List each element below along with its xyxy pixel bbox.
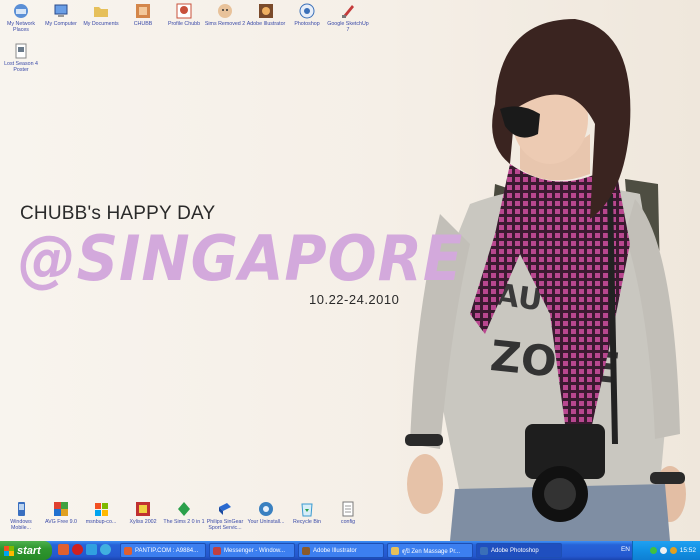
photoshop-icon xyxy=(298,2,316,20)
text-file-icon xyxy=(339,500,357,518)
browser-icon xyxy=(124,546,132,555)
sims-icon xyxy=(175,500,193,518)
messenger-icon xyxy=(213,546,221,555)
wallpaper-date-range: 10.22-24.2010 xyxy=(309,292,400,307)
quick-launch xyxy=(58,544,111,555)
network-tray-icon[interactable] xyxy=(649,547,657,554)
antivirus-tray-icon[interactable] xyxy=(669,547,677,554)
sketchup-icon xyxy=(339,2,357,20)
phone-icon xyxy=(12,500,30,518)
opera-icon[interactable] xyxy=(72,544,83,555)
device-icon xyxy=(216,500,234,518)
start-button[interactable]: start xyxy=(0,541,52,560)
illustrator-icon xyxy=(302,546,310,555)
clock[interactable]: 15:52 xyxy=(680,547,696,554)
desktop-icon-msnbup[interactable]: msnbup-co... xyxy=(80,500,122,525)
volume-icon[interactable] xyxy=(659,547,667,554)
uninstall-icon xyxy=(257,500,275,518)
desktop-icon-xyliss[interactable]: Xyliss 2002 xyxy=(122,500,164,525)
game-icon xyxy=(134,500,152,518)
image-file-icon xyxy=(12,42,30,60)
desktop-icon-config[interactable]: config xyxy=(327,500,369,525)
folder-icon xyxy=(391,546,399,555)
desktop-icon-adobe-illustrator[interactable]: Adobe Illustrator xyxy=(245,2,287,27)
desktop-icon-recycle-bin[interactable]: Recycle Bin xyxy=(286,500,328,525)
desktop[interactable]: AUTO ZONE CHUBB's HAPPY DAY @SINGAPORE 1… xyxy=(0,0,700,541)
language-indicator[interactable]: EN xyxy=(621,546,630,553)
photoshop-icon xyxy=(480,546,488,555)
antivirus-icon xyxy=(52,500,70,518)
taskbar-item-folder[interactable]: ดูปิ Zen Massage Pr... xyxy=(387,543,473,558)
desktop-icon-chubb[interactable]: CHUBB xyxy=(122,2,164,27)
wallpaper-location-text: @SINGAPORE xyxy=(18,222,464,295)
taskbar-item-pantip[interactable]: PANTIP.COM : A9884... xyxy=(120,543,206,558)
system-tray: 15:52 xyxy=(632,541,700,560)
recycle-bin-icon xyxy=(298,500,316,518)
desktop-icon-windows-mobile[interactable]: Windows Mobile... xyxy=(0,500,42,531)
desktop-icon-lost-season-poster[interactable]: Lost Season 4 Poster xyxy=(0,42,42,73)
desktop-icon-philips-singear[interactable]: Philips SinGear Sport Servic... xyxy=(204,500,246,531)
game-icon xyxy=(216,2,234,20)
media-icon[interactable] xyxy=(100,544,111,555)
browser-icon[interactable] xyxy=(58,544,69,555)
folder-icon xyxy=(92,2,110,20)
network-icon xyxy=(12,2,30,20)
desktop-icon-my-computer[interactable]: My Computer xyxy=(40,2,82,27)
desktop-icon-google-sketchup[interactable]: Google SketchUp 7 xyxy=(327,2,369,33)
desktop-icon-sims-removed[interactable]: Sims Removed 2 xyxy=(204,2,246,27)
desktop-icon-photoshop[interactable]: Photoshop xyxy=(286,2,328,27)
desktop-icon-your-uninstaller[interactable]: Your Uninstall... xyxy=(245,500,287,525)
profile-icon xyxy=(175,2,193,20)
desktop-icon-avg-free[interactable]: AVG Free 9.0 xyxy=(40,500,82,525)
windows-logo-icon xyxy=(4,545,14,556)
desktop-icon-my-network-places[interactable]: My Network Places xyxy=(0,2,42,33)
computer-icon xyxy=(52,2,70,20)
messenger-icon[interactable] xyxy=(86,544,97,555)
folder-icon xyxy=(134,2,152,20)
taskbar-item-adobe-photoshop[interactable]: Adobe Photoshop xyxy=(476,543,562,558)
taskbar: start PANTIP.COM : A9884... Messenger - … xyxy=(0,541,700,560)
windows-icon xyxy=(92,500,110,518)
taskbar-item-messenger[interactable]: Messenger - Window... xyxy=(209,543,295,558)
desktop-icon-the-sims[interactable]: The Sims 2 0 in 1 xyxy=(163,500,205,525)
taskbar-item-adobe-illustrator[interactable]: Adobe Illustrator xyxy=(298,543,384,558)
start-label: start xyxy=(17,544,41,557)
desktop-icon-profile-chubb[interactable]: Profile Chubb xyxy=(163,2,205,27)
desktop-icon-my-documents[interactable]: My Documents xyxy=(80,2,122,27)
illustrator-icon xyxy=(257,2,275,20)
